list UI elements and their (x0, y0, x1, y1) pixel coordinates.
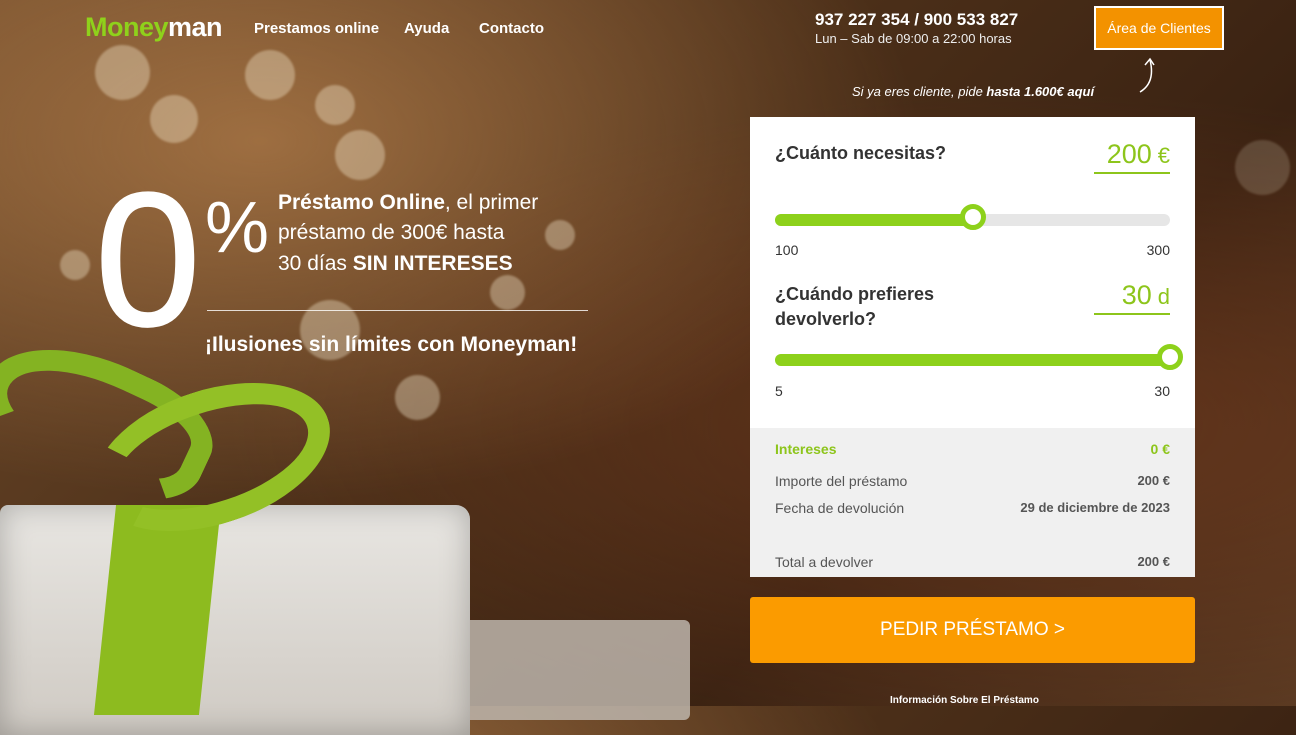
summary-amount-row: Importe del préstamo 200 € (775, 473, 1170, 489)
loan-summary: Intereses 0 € Importe del préstamo 200 €… (750, 428, 1195, 577)
hero-line3-prefix: 30 días (278, 251, 353, 275)
amount-question: ¿Cuánto necesitas? (775, 143, 947, 163)
loan-amount-value: 200 € (1137, 473, 1170, 488)
phone-numbers[interactable]: 937 227 354 / 900 533 827 (815, 10, 1018, 30)
client-hint-prefix: Si ya eres cliente, pide (852, 84, 987, 99)
days-question: ¿Cuándo prefieres devolverlo? (775, 284, 935, 330)
hero-zero: 0 (94, 154, 202, 366)
gift-ribbon (93, 505, 222, 715)
amount-max: 300 (1146, 242, 1170, 258)
return-date-label: Fecha de devolución (775, 500, 905, 516)
gift-box-image (0, 505, 470, 735)
loan-info-link[interactable]: Información Sobre El Préstamo (890, 695, 1039, 706)
request-loan-button[interactable]: PEDIR PRÉSTAMO > (750, 597, 1195, 663)
client-hint-link[interactable]: hasta 1.600€ aquí (986, 84, 1094, 99)
curved-arrow-icon (1139, 57, 1155, 93)
total-value: 200 € (1137, 554, 1170, 569)
amount-min: 100 (775, 242, 799, 258)
summary-interest-row: Intereses 0 € (775, 441, 1170, 457)
total-label: Total a devolver (775, 554, 874, 570)
return-date-value: 29 de diciembre de 2023 (1020, 500, 1170, 515)
logo-part-man: man (168, 12, 223, 42)
summary-date-row: Fecha de devolución 29 de diciembre de 2… (775, 500, 1170, 516)
days-input[interactable]: 30 d (1094, 280, 1170, 315)
hero-percent: % (205, 188, 270, 268)
client-area-button[interactable]: Área de Clientes (1094, 6, 1224, 50)
days-range: 5 30 (775, 383, 1170, 399)
loan-amount-label: Importe del préstamo (775, 473, 908, 489)
hero-divider (207, 310, 588, 311)
hero-line1-rest: , el primer (444, 191, 539, 214)
days-min: 5 (775, 383, 783, 399)
nav-prestamos-online[interactable]: Prestamos online (254, 20, 379, 37)
opening-hours: Lun – Sab de 09:00 a 22:00 horas (815, 31, 1012, 46)
hero-line1-bold: Préstamo Online (278, 191, 445, 214)
client-hint[interactable]: Si ya eres cliente, pide hasta 1.600€ aq… (852, 84, 1094, 99)
amount-value: 200 (1106, 139, 1152, 169)
interest-label: Intereses (775, 441, 837, 457)
hero-tagline: ¡Ilusiones sin límites con Moneyman! (205, 333, 578, 356)
amount-range: 100 300 (775, 242, 1170, 258)
nav-contacto[interactable]: Contacto (479, 20, 544, 37)
hero-line2: préstamo de 300€ hasta (278, 221, 505, 245)
days-unit: d (1157, 284, 1170, 309)
days-max: 30 (1154, 383, 1170, 399)
days-slider-track[interactable] (775, 344, 1183, 370)
interest-value: 0 € (1150, 441, 1170, 457)
hero-headline: Préstamo Online, el primer préstamo de 3… (278, 188, 598, 279)
amount-slider-fill (775, 214, 973, 226)
days-slider-fill (775, 354, 1170, 366)
amount-slider-track[interactable] (775, 204, 1170, 230)
amount-unit: € (1157, 143, 1170, 168)
background-gift-small (440, 620, 690, 720)
hero-line3-bold: SIN INTERESES (352, 251, 513, 275)
days-value: 30 (1121, 280, 1152, 310)
moneyman-logo[interactable]: Moneyman (85, 12, 223, 43)
logo-part-money: Money (85, 12, 169, 42)
days-slider-handle[interactable] (1157, 344, 1183, 370)
nav-ayuda[interactable]: Ayuda (404, 20, 449, 37)
loan-calculator: ¿Cuánto necesitas? 200 € 100 300 ¿Cuándo … (750, 117, 1195, 577)
amount-input[interactable]: 200 € (1094, 139, 1170, 174)
amount-slider-handle[interactable] (959, 204, 986, 230)
summary-total-row: Total a devolver 200 € (775, 554, 1170, 570)
